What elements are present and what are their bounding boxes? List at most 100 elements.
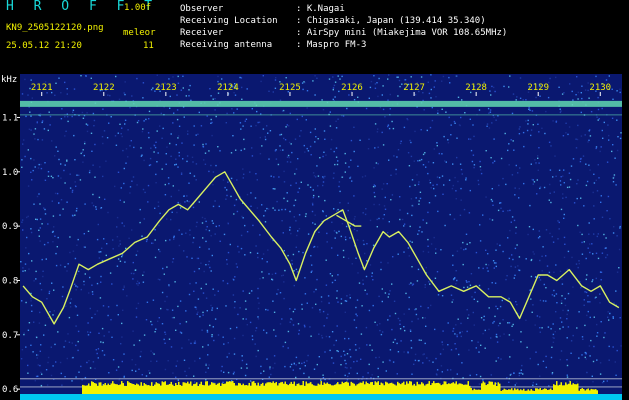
noise-speck — [181, 233, 183, 235]
noise-speck — [469, 374, 471, 377]
noise-speck — [157, 278, 160, 280]
noise-speck — [422, 353, 424, 356]
noise-speck — [30, 157, 32, 160]
noise-speck — [274, 272, 277, 275]
noise-speck — [403, 225, 405, 227]
noise-speck — [339, 78, 341, 80]
noise-speck — [177, 201, 179, 204]
noise-speck — [322, 176, 324, 178]
meter-bar — [97, 385, 99, 394]
noise-speck — [502, 250, 504, 253]
noise-speck — [500, 157, 503, 160]
noise-speck — [558, 221, 560, 224]
noise-speck — [64, 164, 66, 166]
noise-speck — [482, 332, 484, 335]
noise-speck — [284, 139, 287, 141]
noise-speck — [76, 207, 78, 210]
meter-bar — [479, 389, 481, 394]
noise-speck — [112, 359, 115, 361]
noise-speck — [442, 75, 445, 78]
noise-speck — [583, 304, 585, 306]
noise-speck — [312, 196, 315, 199]
noise-speck — [21, 221, 23, 223]
noise-speck — [512, 323, 514, 326]
noise-speck — [548, 385, 550, 387]
meter-bar — [593, 389, 595, 394]
x-tick-label: 2123 — [155, 83, 177, 93]
noise-speck — [473, 164, 476, 166]
noise-speck — [306, 107, 308, 109]
meter-bar — [365, 381, 367, 394]
noise-speck — [95, 206, 97, 208]
noise-speck — [315, 136, 317, 138]
noise-speck — [489, 90, 491, 92]
noise-speck — [24, 270, 26, 272]
noise-speck — [195, 282, 197, 284]
meter-bar — [217, 383, 219, 394]
noise-speck — [473, 298, 475, 300]
noise-speck — [246, 193, 249, 196]
noise-speck — [149, 157, 152, 160]
meter-bar — [490, 381, 492, 394]
noise-speck — [35, 270, 37, 273]
noise-speck — [390, 199, 392, 201]
noise-speck — [403, 326, 405, 328]
receiver-key: Receiver — [180, 28, 224, 38]
y-axis-label: kHz — [1, 75, 17, 85]
noise-speck — [72, 111, 74, 113]
noise-speck — [417, 318, 419, 320]
noise-speck — [201, 222, 204, 224]
meter-bar — [100, 382, 102, 394]
noise-speck — [388, 127, 391, 130]
noise-speck — [292, 369, 294, 371]
noise-speck — [529, 204, 531, 207]
noise-speck — [472, 311, 474, 314]
noise-speck — [612, 346, 614, 348]
meter-bar — [215, 384, 217, 394]
noise-speck — [200, 262, 202, 264]
noise-speck — [103, 130, 106, 132]
noise-speck — [460, 116, 462, 119]
noise-speck — [178, 151, 180, 154]
noise-speck — [456, 137, 458, 139]
noise-speck — [420, 158, 423, 161]
noise-speck — [164, 333, 167, 335]
meter-bar — [118, 385, 120, 394]
x-tick-label: 2124 — [217, 83, 239, 93]
noise-speck — [509, 229, 511, 232]
noise-speck — [309, 131, 312, 134]
noise-speck — [456, 335, 458, 338]
noise-speck — [613, 174, 616, 176]
noise-speck — [336, 350, 338, 352]
meter-bar — [431, 383, 433, 394]
noise-speck — [362, 283, 364, 285]
meter-bar — [377, 381, 379, 394]
noise-speck — [131, 369, 133, 372]
noise-speck — [351, 263, 353, 265]
noise-speck — [135, 370, 137, 372]
noise-speck — [371, 374, 373, 376]
meter-bar — [584, 390, 586, 394]
noise-speck — [239, 307, 241, 309]
noise-speck — [575, 263, 578, 265]
meter-bar — [565, 382, 567, 394]
noise-speck — [290, 232, 292, 235]
noise-speck — [514, 274, 516, 276]
noise-speck — [489, 111, 492, 113]
noise-speck — [362, 239, 365, 242]
noise-speck — [39, 203, 41, 205]
noise-speck — [515, 382, 518, 384]
noise-speck — [92, 164, 94, 166]
noise-speck — [306, 302, 308, 304]
noise-speck — [328, 336, 331, 338]
meter-bar — [553, 384, 555, 394]
noise-speck — [287, 347, 289, 349]
noise-speck — [28, 128, 31, 130]
noise-speck — [54, 192, 57, 195]
meter-bar — [445, 381, 447, 394]
meter-bar — [125, 385, 127, 394]
noise-speck — [143, 159, 145, 162]
meter-bar — [221, 383, 223, 394]
noise-speck — [259, 136, 261, 139]
noise-speck — [555, 311, 557, 313]
